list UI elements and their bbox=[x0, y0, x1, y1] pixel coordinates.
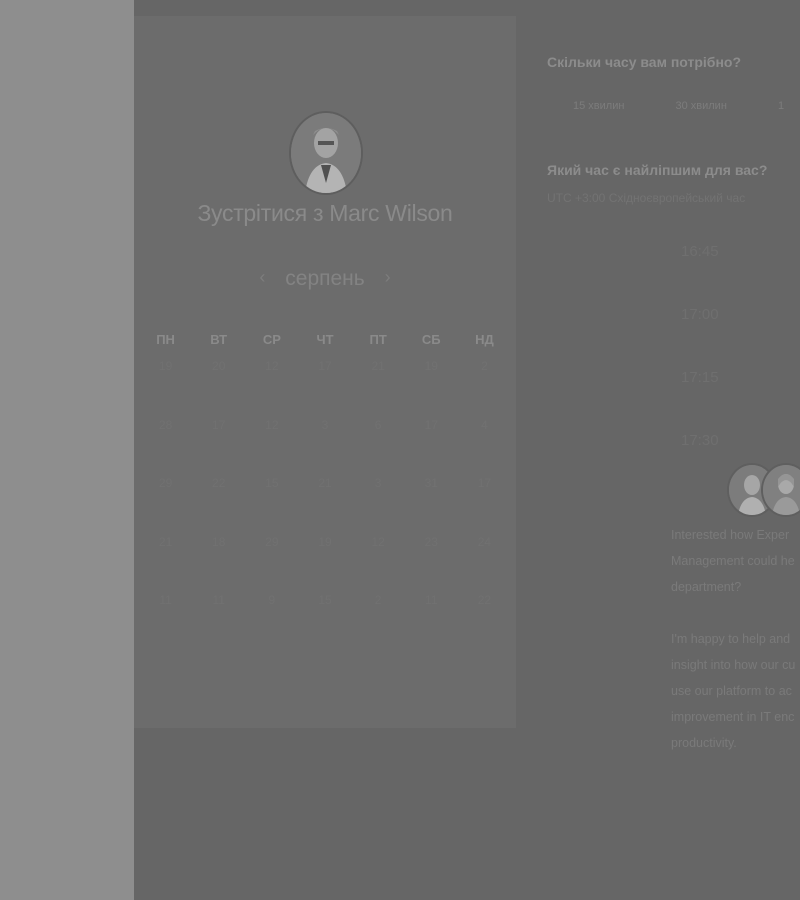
chevron-right-icon[interactable]: › bbox=[385, 267, 391, 288]
calendar-day: 12 bbox=[265, 359, 279, 373]
weekday-label: СБ bbox=[421, 332, 441, 347]
page-background-left bbox=[0, 0, 134, 900]
calendar-day: 6 bbox=[374, 417, 382, 432]
promo-text: Interested how Exper Management could he… bbox=[671, 522, 800, 782]
time-slot[interactable]: 17:00 bbox=[681, 306, 719, 323]
calendar-day: 11 bbox=[425, 593, 438, 607]
time-slot[interactable]: 17:30 bbox=[681, 432, 719, 449]
calendar-day: 12 bbox=[265, 417, 279, 432]
calendar-day: 19 bbox=[318, 534, 332, 549]
calendar-day: 22 bbox=[477, 593, 492, 607]
calendar-day: 22 bbox=[212, 476, 226, 490]
calendar-day: 24 bbox=[477, 534, 492, 549]
calendar-day: 4 bbox=[481, 417, 488, 432]
calendar-day: 21 bbox=[158, 534, 173, 549]
calendar-day: 21 bbox=[371, 359, 385, 373]
weekday-label: ВТ bbox=[210, 332, 228, 347]
weekday-label: ПТ bbox=[369, 332, 387, 347]
promo-paragraph: Interested how Exper Management could he… bbox=[671, 522, 800, 600]
promo-line: I'm happy to help and bbox=[671, 632, 791, 646]
calendar-day: 11 bbox=[212, 593, 225, 607]
time-slot[interactable]: 16:45 bbox=[681, 243, 719, 260]
promo-line: Management could he bbox=[671, 554, 795, 568]
promo-line: Interested how Exper bbox=[671, 528, 790, 542]
calendar-day: 3 bbox=[321, 417, 329, 432]
calendar-day: 2 bbox=[481, 359, 488, 373]
weekday-label: СР bbox=[262, 332, 281, 347]
calendar-day: 29 bbox=[158, 476, 173, 490]
calendar-day: 3 bbox=[374, 476, 382, 490]
duration-question: Скільки часу вам потрібно? bbox=[547, 54, 742, 70]
calendar-day: 17 bbox=[477, 476, 492, 490]
promo-line: use our platform to ac bbox=[671, 684, 792, 698]
promo-line: insight into how our cu bbox=[671, 658, 796, 672]
calendar-day: 15 bbox=[265, 476, 279, 490]
duration-option-30[interactable]: 30 хвилин bbox=[675, 100, 726, 112]
time-slot[interactable]: 17:15 bbox=[681, 369, 719, 386]
calendar-day: 19 bbox=[158, 359, 173, 373]
duration-option-60[interactable]: 1 bbox=[778, 100, 784, 112]
host-avatar bbox=[291, 113, 361, 193]
weekday-label: ЧТ bbox=[316, 332, 334, 347]
promo-line: department? bbox=[671, 580, 742, 594]
calendar-day: 17 bbox=[212, 417, 226, 432]
calendar-day: 15 bbox=[318, 593, 332, 607]
calendar-day: 28 bbox=[158, 417, 173, 432]
team-avatar bbox=[763, 465, 800, 515]
duration-options: 15 хвилин 30 хвилин 1 bbox=[573, 100, 800, 112]
promo-paragraph: I'm happy to help and insight into how o… bbox=[671, 626, 800, 756]
calendar-grid: 19 20 12 17 21 19 2 28 17 12 3 6 17 4 29… bbox=[139, 358, 511, 651]
team-avatar-image bbox=[763, 465, 800, 515]
promo-line: improvement in IT enc bbox=[671, 710, 795, 724]
calendar-day: 18 bbox=[212, 534, 226, 549]
calendar-day: 29 bbox=[265, 534, 279, 549]
weekday-label: НД bbox=[475, 332, 494, 347]
meeting-title: Зустрітися з Marc Wilson bbox=[197, 200, 453, 226]
month-navigation: ‹ серпень › bbox=[134, 267, 516, 291]
calendar-day: 9 bbox=[268, 593, 276, 607]
calendar-day: 19 bbox=[424, 359, 438, 373]
calendar-day: 31 bbox=[424, 476, 438, 490]
weekday-label: ПН bbox=[156, 332, 175, 347]
calendar-day: 20 bbox=[212, 359, 226, 373]
team-avatars bbox=[729, 465, 800, 517]
month-label: серпень bbox=[285, 267, 365, 290]
duration-option-15[interactable]: 15 хвилин bbox=[573, 100, 624, 112]
scheduling-modal: Зустрітися з Marc Wilson ‹ серпень › ПН … bbox=[134, 0, 800, 900]
calendar-panel: Зустрітися з Marc Wilson ‹ серпень › ПН … bbox=[134, 16, 516, 728]
chevron-left-icon[interactable]: ‹ bbox=[259, 267, 265, 288]
calendar-day: 21 bbox=[318, 476, 332, 490]
calendar-day: 23 bbox=[424, 534, 438, 549]
calendar-day: 11 bbox=[159, 593, 172, 607]
timezone-label[interactable]: UTC +3:00 Східноєвропейський час bbox=[547, 191, 745, 205]
weekday-header: ПН ВТ СР ЧТ ПТ СБ НД bbox=[139, 332, 511, 347]
calendar-day: 12 bbox=[371, 534, 385, 549]
host-avatar-image bbox=[291, 113, 361, 193]
calendar-day: 17 bbox=[318, 359, 332, 373]
promo-line: productivity. bbox=[671, 736, 737, 750]
time-question: Який час є найліпшим для вас? bbox=[547, 162, 768, 178]
calendar-day: 2 bbox=[374, 593, 382, 607]
calendar-day: 17 bbox=[424, 417, 438, 432]
